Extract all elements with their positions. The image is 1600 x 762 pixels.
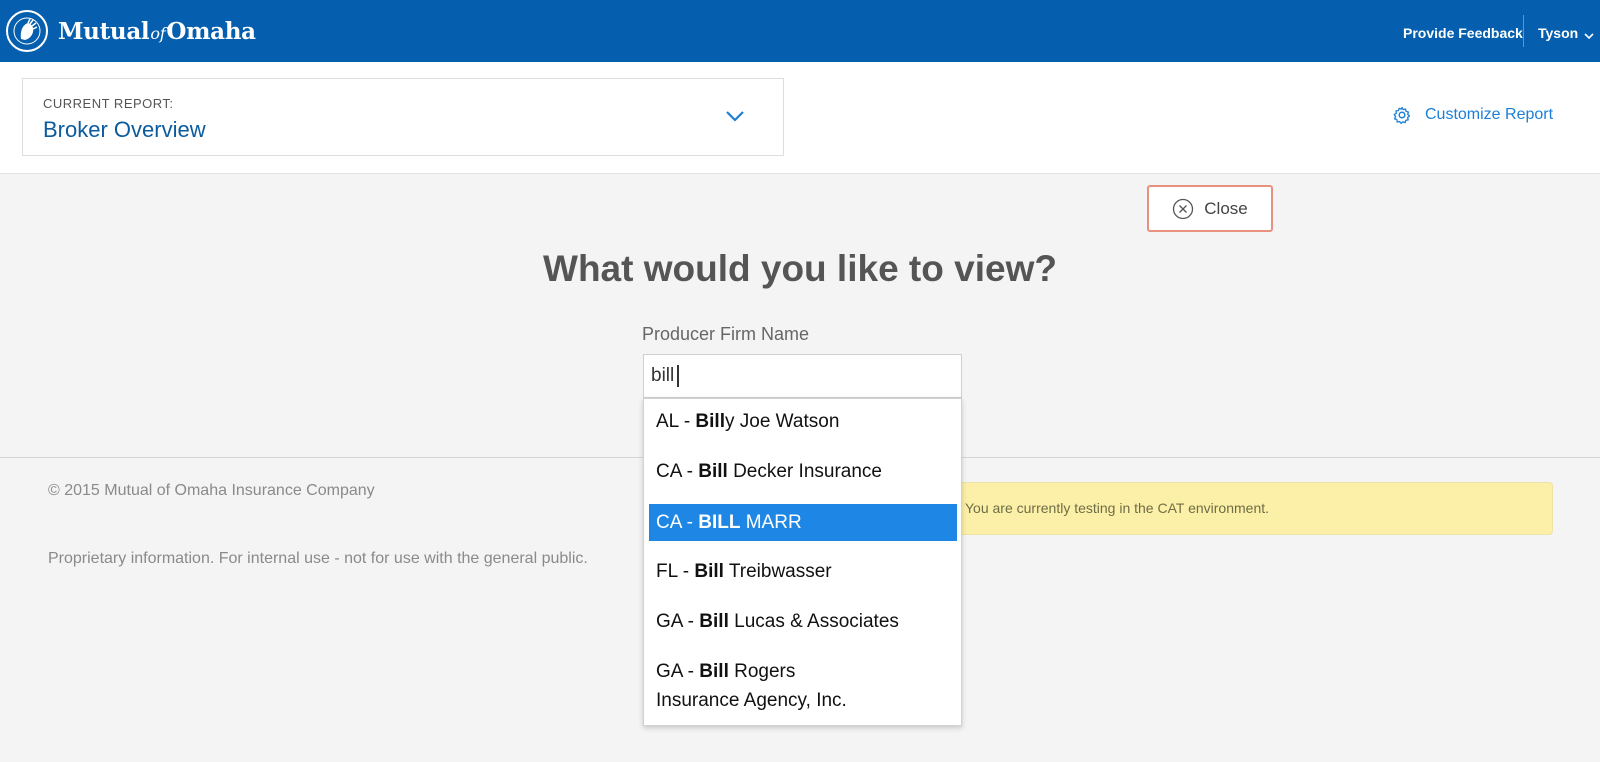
option-state-prefix: CA -	[656, 512, 699, 533]
user-menu-name[interactable]: Tyson	[1538, 25, 1578, 41]
option-match-text: Bill	[694, 561, 724, 582]
mutual-of-omaha-logo[interactable]: MutualofOmaha	[6, 10, 256, 52]
autocomplete-option-selected[interactable]: CA - BILL MARR	[649, 504, 957, 541]
option-match-text: Bill	[698, 461, 728, 482]
option-match-text: BILL	[698, 512, 741, 533]
option-state-prefix: GA -	[656, 611, 700, 632]
current-report-label: CURRENT REPORT:	[43, 96, 174, 111]
autocomplete-option[interactable]: GA - Bill Lucas & Associates	[649, 601, 957, 642]
option-match-text: Bill	[699, 661, 729, 682]
current-report-selector[interactable]: CURRENT REPORT: Broker Overview	[22, 78, 784, 156]
indian-head-emblem-icon	[6, 10, 48, 52]
close-button-label: Close	[1204, 198, 1248, 218]
producer-firm-name-input[interactable]	[643, 354, 962, 398]
option-rest-text: y Joe Watson	[724, 411, 840, 432]
text-cursor	[677, 365, 679, 387]
header-divider	[1523, 15, 1524, 47]
copyright-text: © 2015 Mutual of Omaha Insurance Company	[48, 482, 375, 499]
current-report-name: Broker Overview	[43, 117, 206, 142]
autocomplete-option[interactable]: CA - Bill Decker Insurance	[649, 451, 957, 492]
producer-firm-name-label: Producer Firm Name	[642, 324, 810, 344]
close-button[interactable]: Close	[1147, 185, 1273, 232]
gear-icon	[1393, 106, 1411, 124]
provide-feedback-link[interactable]: Provide Feedback	[1403, 25, 1523, 41]
option-match-text: Bill	[695, 411, 725, 432]
view-selection-heading: What would you like to view?	[543, 248, 1057, 289]
autocomplete-option[interactable]: AL - Billy Joe Watson	[649, 401, 957, 442]
customize-report-link[interactable]: Customize Report	[1393, 106, 1553, 124]
logo-of: of	[150, 23, 166, 43]
logo-mutual: Mutual	[58, 17, 150, 45]
option-rest-text: Treibwasser	[723, 561, 832, 582]
option-state-prefix: AL -	[656, 411, 696, 432]
option-match-text: Bill	[699, 611, 729, 632]
option-rest-text: MARR	[740, 512, 802, 533]
environment-notice-banner: You are currently testing in the CAT env…	[950, 482, 1553, 535]
chevron-down-icon[interactable]	[725, 109, 745, 127]
option-rest-text: Lucas & Associates	[728, 611, 899, 632]
option-state-prefix: CA -	[656, 461, 699, 482]
option-state-prefix: FL -	[656, 561, 695, 582]
proprietary-notice: Proprietary information. For internal us…	[48, 550, 588, 567]
chevron-down-icon[interactable]	[1584, 27, 1594, 45]
option-rest-text: Decker Insurance	[727, 461, 882, 482]
environment-notice-text: You are currently testing in the CAT env…	[965, 500, 1270, 516]
report-toolbar: CURRENT REPORT: Broker Overview Customiz…	[0, 62, 1600, 174]
autocomplete-dropdown: AL - Billy Joe Watson CA - Bill Decker I…	[643, 398, 962, 726]
logo-omaha: Omaha	[166, 17, 256, 45]
autocomplete-option[interactable]: FL - Bill Treibwasser	[649, 551, 957, 592]
top-navigation-bar: MutualofOmaha Provide Feedback Tyson	[0, 0, 1600, 62]
option-state-prefix: GA -	[656, 661, 700, 682]
autocomplete-option[interactable]: GA - Bill Rogers Insurance Agency, Inc.	[649, 651, 889, 721]
logo-wordmark: MutualofOmaha	[58, 18, 256, 45]
close-circle-icon	[1172, 198, 1194, 220]
customize-report-label: Customize Report	[1425, 106, 1554, 123]
